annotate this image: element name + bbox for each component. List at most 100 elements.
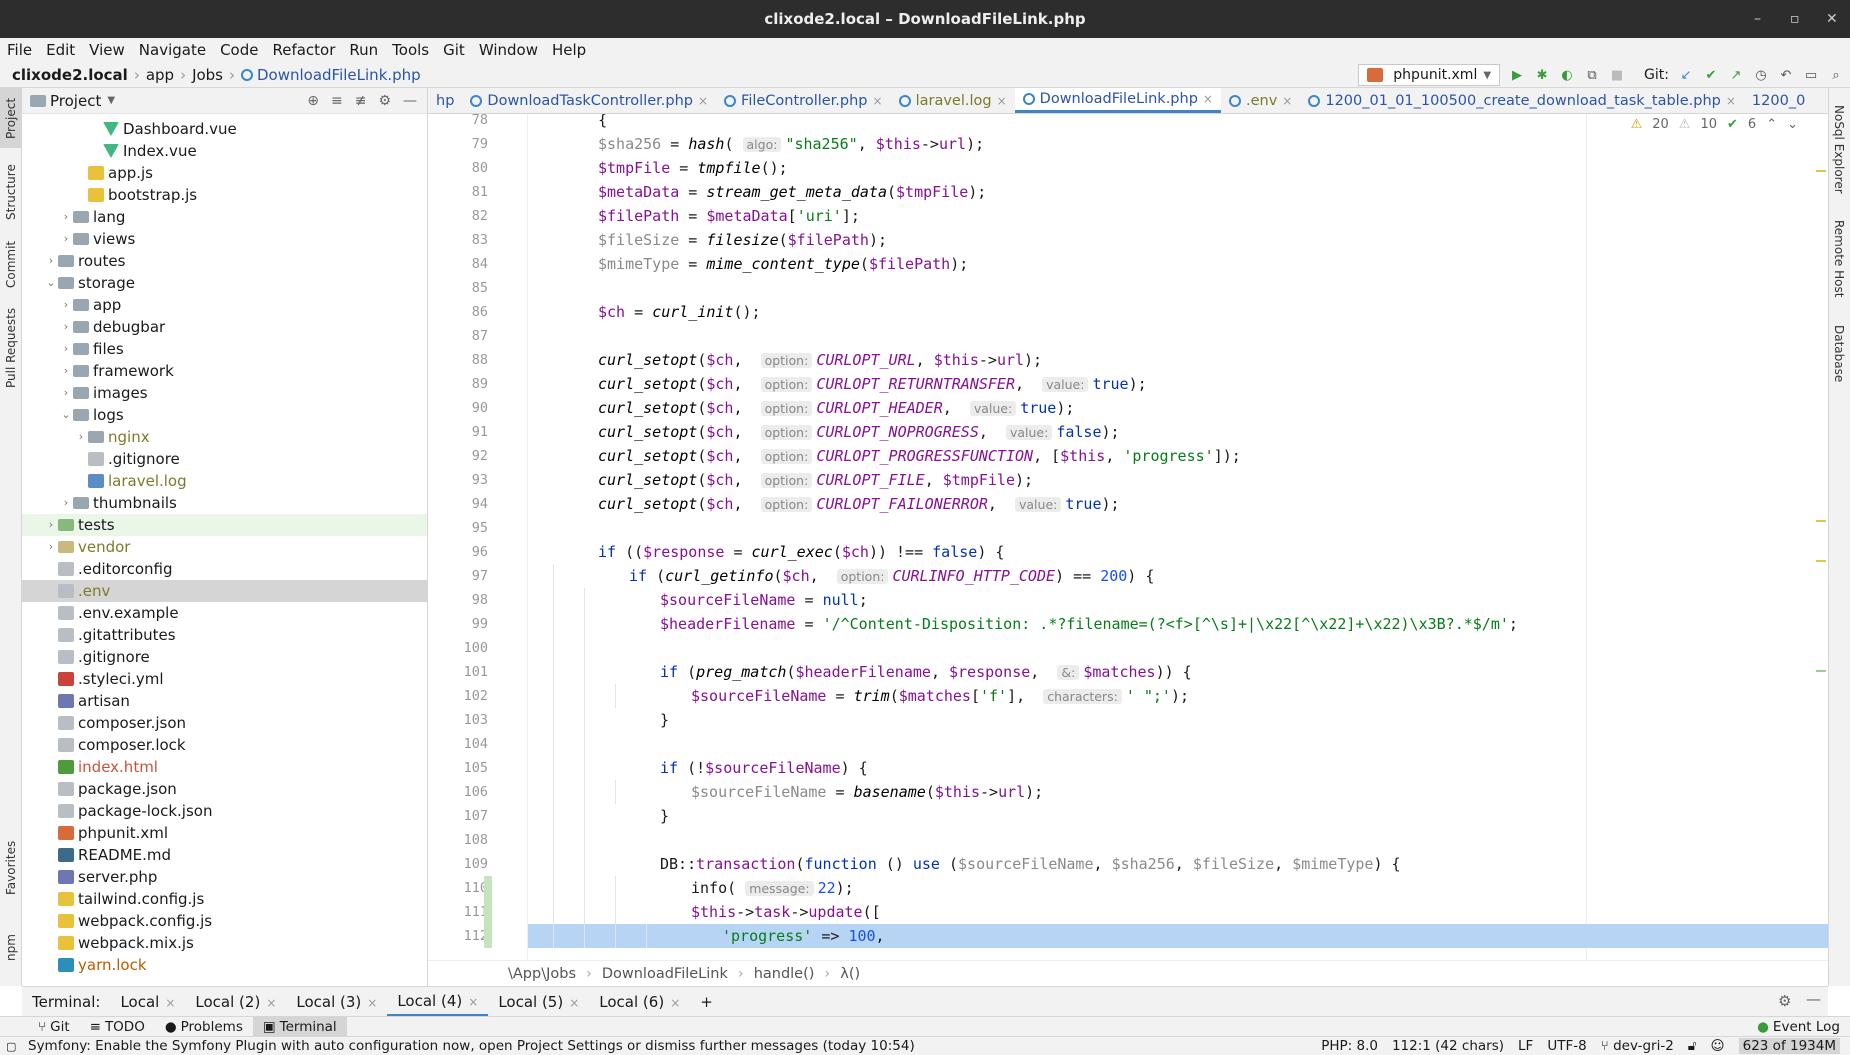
menu-edit[interactable]: Edit: [39, 41, 82, 59]
code-line[interactable]: 107}: [464, 804, 1828, 828]
editor-tab[interactable]: .env ×: [1221, 88, 1300, 113]
chevron-down-icon[interactable]: ⌄: [59, 404, 73, 426]
code-line[interactable]: 90 curl_setopt($ch, option: CURLOPT_HEADER…: [472, 396, 1828, 420]
status-branch[interactable]: ⑂ dev-gri-2: [1601, 1038, 1674, 1054]
tree-item[interactable]: README.md: [22, 844, 427, 866]
tree-item[interactable]: › views: [22, 228, 427, 250]
code-line[interactable]: 105 if (!$sourceFileName) {: [464, 756, 1828, 780]
tree-item[interactable]: › nginx: [22, 426, 427, 448]
new-terminal-tab-icon[interactable]: +: [690, 993, 723, 1011]
tree-item[interactable]: webpack.mix.js: [22, 932, 427, 954]
code-line[interactable]: 92 curl_setopt($ch, option: CURLOPT_PROGRE…: [472, 444, 1828, 468]
chevron-right-icon[interactable]: ›: [59, 228, 73, 250]
chevron-down-icon[interactable]: ▼: [107, 95, 115, 106]
tree-item[interactable]: › app: [22, 294, 427, 316]
code-line[interactable]: 112 'progress' => 100,: [464, 924, 1828, 948]
code-line[interactable]: 83 $fileSize = filesize($filePath);: [472, 228, 1828, 252]
tree-item[interactable]: .env.example: [22, 602, 427, 624]
editor-crumb-method[interactable]: handle(): [754, 966, 815, 982]
tree-item[interactable]: › lang: [22, 206, 427, 228]
code-line[interactable]: 97 if (curl_getinfo($ch, option: CURLINFO_…: [472, 564, 1828, 588]
tool-tab-structure[interactable]: Structure: [0, 152, 22, 232]
code-line[interactable]: 81 $metaData = stream_get_meta_data($tmpF…: [472, 180, 1828, 204]
chevron-right-icon[interactable]: ›: [59, 338, 73, 360]
editor-tab[interactable]: laravel.log ×: [891, 88, 1015, 113]
code-line[interactable]: 80 $tmpFile = tmpfile();: [472, 156, 1828, 180]
code-line[interactable]: 101 if (preg_match($headerFilename, $resp…: [464, 660, 1828, 684]
vcs-change-marker[interactable]: [484, 876, 492, 900]
error-stripe-mark[interactable]: [1816, 560, 1826, 562]
close-tab-icon[interactable]: ×: [873, 94, 883, 108]
run-config-select[interactable]: phpunit.xml ▼: [1358, 64, 1501, 86]
terminal-tab[interactable]: Local (4) ×: [387, 987, 489, 1017]
gear-icon[interactable]: ⚙: [378, 93, 391, 109]
error-stripe-mark[interactable]: [1816, 520, 1826, 522]
chevron-right-icon[interactable]: ›: [44, 514, 58, 536]
menu-navigate[interactable]: Navigate: [132, 41, 213, 59]
chevron-right-icon[interactable]: ›: [44, 536, 58, 558]
tree-item[interactable]: index.html: [22, 756, 427, 778]
tree-item[interactable]: ⌄ storage: [22, 272, 427, 294]
tree-item[interactable]: artisan: [22, 690, 427, 712]
git-push-icon[interactable]: ↗: [1728, 67, 1744, 83]
debug-icon[interactable]: ✱: [1534, 67, 1550, 83]
hide-icon[interactable]: —: [1806, 990, 1821, 1008]
code-line[interactable]: 88 curl_setopt($ch, option: CURLOPT_URL, $…: [472, 348, 1828, 372]
hide-icon[interactable]: —: [403, 93, 417, 109]
chevron-right-icon[interactable]: ›: [59, 492, 73, 514]
code-line[interactable]: 93 curl_setopt($ch, option: CURLOPT_FILE, …: [472, 468, 1828, 492]
editor-crumb-namespace[interactable]: \App\Jobs: [508, 966, 576, 982]
tree-item[interactable]: composer.lock: [22, 734, 427, 756]
chevron-right-icon[interactable]: ›: [59, 360, 73, 382]
code-line[interactable]: 100: [464, 636, 1828, 660]
project-title[interactable]: Project: [50, 92, 101, 110]
close-tab-icon[interactable]: ×: [1726, 94, 1736, 108]
close-tab-icon[interactable]: ×: [165, 996, 175, 1010]
tree-item[interactable]: › tests: [22, 514, 427, 536]
tree-item[interactable]: ⌄ logs: [22, 404, 427, 426]
tree-item[interactable]: app.js: [22, 162, 427, 184]
terminal-tab[interactable]: Local (6) ×: [589, 993, 690, 1011]
code-editor[interactable]: 78 {79 $sha256 = hash( algo: "sha256", $th…: [428, 114, 1828, 960]
menu-refactor[interactable]: Refactor: [265, 41, 342, 59]
tree-item[interactable]: tailwind.config.js: [22, 888, 427, 910]
chevron-down-icon[interactable]: ⌄: [1787, 117, 1798, 132]
profile-icon[interactable]: ⧉: [1584, 67, 1600, 83]
maximize-icon[interactable]: ▫: [1790, 0, 1800, 38]
close-tab-icon[interactable]: ×: [367, 996, 377, 1010]
status-php[interactable]: PHP: 8.0: [1321, 1038, 1378, 1054]
tree-item[interactable]: › debugbar: [22, 316, 427, 338]
terminal-tab[interactable]: Local ×: [110, 993, 185, 1011]
code-line[interactable]: 89 curl_setopt($ch, option: CURLOPT_RETURN…: [472, 372, 1828, 396]
tree-item[interactable]: .editorconfig: [22, 558, 427, 580]
tool-tab-nosql[interactable]: NoSql Explorer: [1828, 94, 1850, 204]
editor-tab[interactable]: DownloadFileLink.php ×: [1014, 88, 1221, 113]
code-line[interactable]: 98 $sourceFileName = null;: [472, 588, 1828, 612]
tree-item[interactable]: package-lock.json: [22, 800, 427, 822]
chevron-up-icon[interactable]: ⌃: [1766, 117, 1777, 132]
tree-item[interactable]: package.json: [22, 778, 427, 800]
menu-run[interactable]: Run: [342, 41, 385, 59]
chevron-right-icon[interactable]: ›: [59, 316, 73, 338]
chevron-right-icon[interactable]: ›: [74, 426, 88, 448]
breadcrumb-file[interactable]: DownloadFileLink.php: [253, 66, 425, 84]
tree-item[interactable]: phpunit.xml: [22, 822, 427, 844]
code-line[interactable]: 109 DB::transaction(function () use ($sou…: [464, 852, 1828, 876]
git-update-icon[interactable]: ↙: [1678, 67, 1694, 83]
terminal-tab[interactable]: Local (3) ×: [286, 993, 387, 1011]
editor-tab[interactable]: DownloadTaskController.php ×: [462, 88, 716, 113]
error-stripe-mark[interactable]: [1816, 170, 1826, 172]
code-line[interactable]: 84 $mimeType = mime_content_type($filePat…: [472, 252, 1828, 276]
stop-icon[interactable]: ■: [1609, 67, 1625, 83]
toolwindow-terminal[interactable]: ▣ Terminal: [252, 1016, 347, 1037]
code-line[interactable]: 87: [472, 324, 1828, 348]
code-line[interactable]: 99 $headerFilename = '/^Content-Dispositi…: [472, 612, 1828, 636]
code-line[interactable]: 111 $this->task->update([: [464, 900, 1828, 924]
tree-item[interactable]: › routes: [22, 250, 427, 272]
tool-tab-remote-host[interactable]: Remote Host: [1828, 214, 1850, 304]
tree-item[interactable]: .env: [22, 580, 427, 602]
toolwindow-problems[interactable]: ● Problems: [155, 1019, 253, 1035]
status-position[interactable]: 112:1 (42 chars): [1392, 1038, 1504, 1054]
close-tab-icon[interactable]: ×: [569, 996, 579, 1010]
tree-item[interactable]: › files: [22, 338, 427, 360]
